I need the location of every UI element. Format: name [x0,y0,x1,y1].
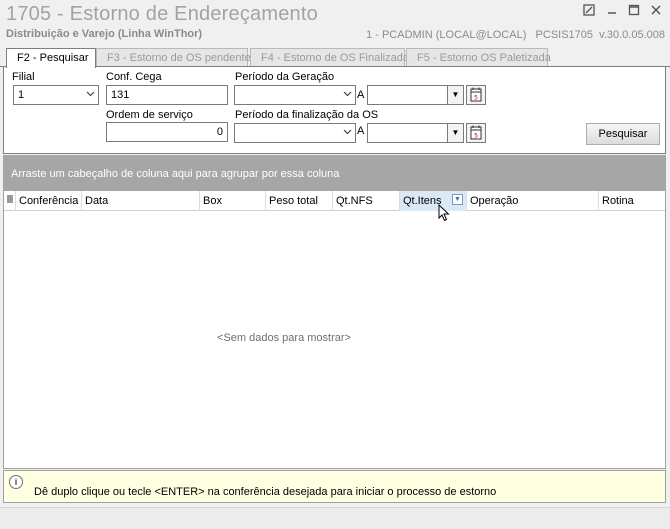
column-header-peso-total[interactable]: Peso total [266,191,333,211]
info-message: Dê duplo clique ou tecle <ENTER> na conf… [34,486,497,498]
column-header-qt-nfs[interactable]: Qt.NFS [333,191,400,211]
column-header-qt-itens-label: Qt.Itens [403,195,442,207]
tab-estorno-os-paletizada[interactable]: F5 - Estorno OS Paletizada [406,48,551,67]
calendar-icon[interactable]: 5 [466,85,486,105]
column-header-qt-itens[interactable]: Qt.Itens ▼ [400,191,467,211]
column-chooser-icon[interactable] [4,191,16,211]
calendar-icon[interactable]: 5 [466,123,486,143]
window-subtitle: Distribuição e Varejo (Linha WinThor) [6,28,203,40]
mouse-cursor-icon [438,204,450,222]
group-by-hint: Arraste um cabeçalho de coluna aqui para… [11,168,340,180]
tab-pesquisar[interactable]: F2 - Pesquisar [6,48,96,68]
info-icon: i [9,475,23,489]
tab-estorno-os-finalizada[interactable]: F4 - Estorno de OS Finalizada [250,48,409,67]
ordem-servico-input[interactable]: 0 [106,122,228,142]
filial-label: Filial [12,71,35,83]
tab-strip: F2 - Pesquisar F3 - Estorno de OS penden… [0,48,670,68]
svg-text:5: 5 [474,133,478,140]
search-button[interactable]: Pesquisar [586,123,660,145]
column-header-conferencia[interactable]: Conferência [16,191,82,211]
filter-dropdown-icon[interactable]: ▼ [452,194,463,205]
grid-header: Conferência Data Box Peso total Qt.NFS Q… [4,191,665,211]
status-bar [0,507,670,529]
column-header-rotina[interactable]: Rotina [599,191,665,211]
periodo-geracao-fim[interactable]: ▼ [367,85,464,105]
dropdown-arrow-icon[interactable]: ▼ [447,124,463,142]
dropdown-arrow-icon[interactable]: ▼ [447,86,463,104]
restore-icon[interactable] [580,4,598,20]
filial-value: 1 [18,89,25,101]
session-info: 1 - PCADMIN (LOCAL@LOCAL) PCSIS1705 v.30… [366,29,665,41]
chevron-down-icon[interactable] [86,86,95,104]
filial-select[interactable]: 1 [13,85,99,105]
window-title: 1705 - Estorno de Endereçamento [6,3,318,25]
periodo-finalizacao-inicio[interactable] [234,123,356,143]
group-by-panel[interactable]: Arraste um cabeçalho de coluna aqui para… [3,155,666,191]
periodo-finalizacao-sep: A [357,125,365,137]
periodo-geracao-label: Período da Geração [235,71,335,83]
tab-estorno-os-pendente[interactable]: F3 - Estorno de OS pendente [96,48,251,67]
empty-message: <Sem dados para mostrar> [217,332,351,344]
conf-cega-label: Conf. Cega [106,71,162,83]
results-grid[interactable]: Conferência Data Box Peso total Qt.NFS Q… [3,191,666,469]
column-header-box[interactable]: Box [200,191,266,211]
chevron-down-icon[interactable] [343,86,352,104]
filter-panel: Filial 1 Conf. Cega 131 Período da Geraç… [3,67,666,154]
maximize-icon[interactable] [625,4,643,20]
title-bar: 1705 - Estorno de Endereçamento Distribu… [0,0,670,44]
periodo-finalizacao-label: Período da finalização da OS [235,109,379,121]
column-header-operacao[interactable]: Operação [467,191,599,211]
svg-text:5: 5 [474,95,478,102]
chevron-down-icon[interactable] [343,124,352,142]
periodo-geracao-sep: A [357,89,365,101]
ordem-servico-label: Ordem de serviço [106,109,193,121]
periodo-finalizacao-fim[interactable]: ▼ [367,123,464,143]
minimize-icon[interactable] [603,4,621,20]
conf-cega-input[interactable]: 131 [106,85,228,105]
close-icon[interactable] [647,4,665,20]
periodo-geracao-inicio[interactable] [234,85,356,105]
column-header-data[interactable]: Data [82,191,200,211]
info-bar: i Dê duplo clique ou tecle <ENTER> na co… [3,470,666,503]
